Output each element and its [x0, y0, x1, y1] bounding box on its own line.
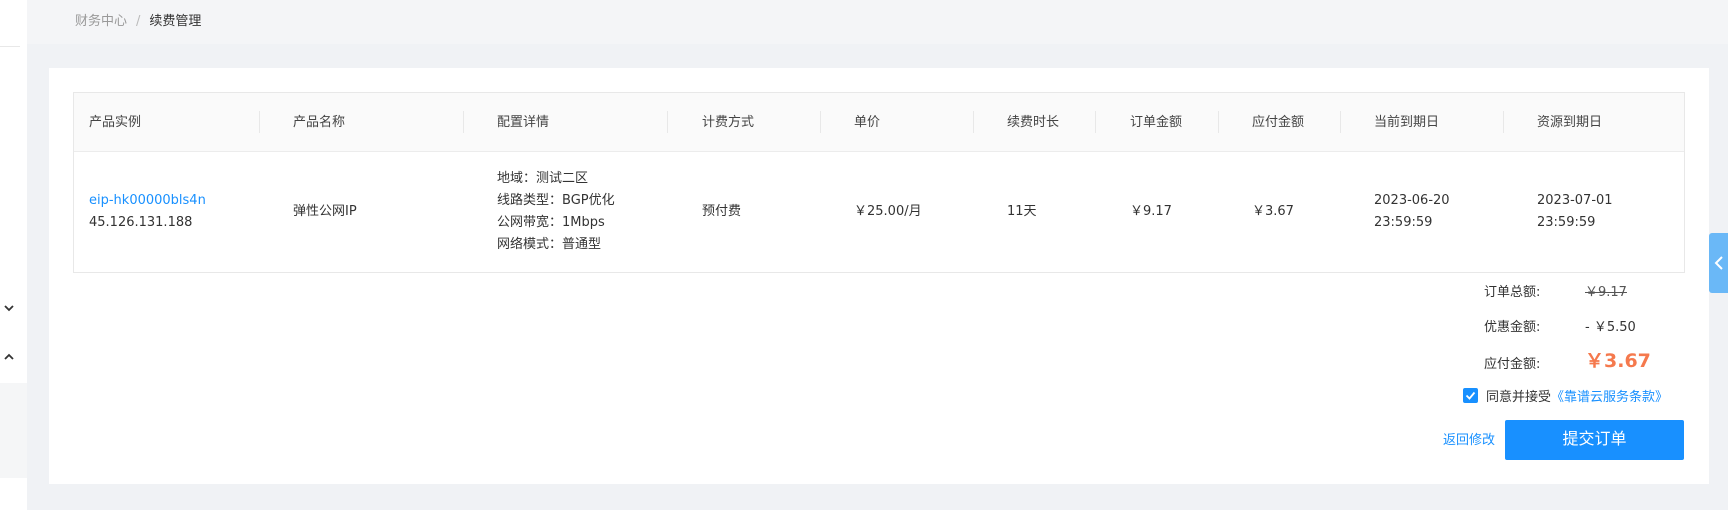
- instance-cell: eip-hk00000bls4n 45.126.131.188: [89, 190, 206, 234]
- top-bar: 财务中心 / 续费管理: [27, 0, 1728, 44]
- config-details: 地域：测试二区 线路类型：BGP优化 公网带宽：1Mbps 网络模式：普通型: [497, 168, 615, 256]
- header-divider: [463, 111, 464, 133]
- resource-expiry-date: 2023-07-01: [1537, 193, 1613, 208]
- current-expiry-date: 2023-06-20: [1374, 193, 1450, 208]
- header-resource-expiry: 资源到期日: [1537, 115, 1603, 130]
- discount-label: 优惠金额:: [1484, 320, 1541, 335]
- instance-id-link[interactable]: eip-hk00000bls4n: [89, 190, 206, 212]
- back-to-edit-link[interactable]: 返回修改: [1443, 431, 1495, 451]
- config-network-mode: 网络模式：普通型: [497, 237, 602, 252]
- current-expiry: 2023-06-20 23:59:59: [1374, 190, 1450, 234]
- header-current-expiry: 当前到期日: [1374, 115, 1440, 130]
- sidebar-selected-block: [0, 383, 27, 478]
- renewal-order-card: 产品实例 产品名称 配置详情 计费方式 单价 续费时长 订单金额 应付金额 当前…: [49, 68, 1709, 484]
- config-region: 地域：测试二区: [497, 171, 589, 186]
- order-total-value: ￥9.17: [1585, 285, 1627, 300]
- breadcrumb-renewal-management: 续费管理: [149, 14, 202, 29]
- config-line-type: 线路类型：BGP优化: [497, 193, 615, 208]
- header-divider: [973, 111, 974, 133]
- billing-method: 预付费: [702, 204, 742, 219]
- order-amount: ￥9.17: [1130, 204, 1172, 219]
- product-name: 弹性公网IP: [293, 204, 357, 219]
- agreement-row: 同意并接受 《靠谱云服务条款》: [1463, 385, 1668, 405]
- agree-text: 同意并接受: [1486, 389, 1552, 405]
- payable-total: ￥3.67: [1585, 350, 1651, 372]
- header-divider: [1095, 111, 1096, 133]
- header-payable: 应付金额: [1252, 115, 1305, 130]
- header-divider: [667, 111, 668, 133]
- header-product-name: 产品名称: [293, 115, 346, 130]
- header-billing: 计费方式: [702, 115, 755, 130]
- unit-price: ￥25.00/月: [854, 204, 922, 219]
- sidebar-divider: [0, 46, 20, 47]
- payable-amount: ￥3.67: [1252, 204, 1294, 219]
- chevron-up-icon[interactable]: [2, 351, 16, 365]
- breadcrumb-finance-center[interactable]: 财务中心: [75, 12, 127, 32]
- header-divider: [1503, 111, 1504, 133]
- agree-checkbox[interactable]: [1463, 387, 1478, 403]
- resource-expiry: 2023-07-01 23:59:59: [1537, 190, 1613, 234]
- chevron-down-icon[interactable]: [2, 302, 16, 316]
- header-config: 配置详情: [497, 115, 550, 130]
- renewal-table: 产品实例 产品名称 配置详情 计费方式 单价 续费时长 订单金额 应付金额 当前…: [73, 92, 1685, 273]
- renewal-duration: 11天: [1007, 204, 1037, 219]
- header-duration: 续费时长: [1007, 115, 1060, 130]
- breadcrumb-separator: /: [136, 14, 141, 29]
- config-bandwidth: 公网带宽：1Mbps: [497, 215, 605, 230]
- instance-ip: 45.126.131.188: [89, 215, 193, 230]
- payable-label: 应付金额:: [1484, 357, 1541, 372]
- discount-value: - ￥5.50: [1585, 320, 1636, 335]
- left-sidebar: [0, 0, 27, 510]
- resource-expiry-time: 23:59:59: [1537, 215, 1596, 230]
- header-divider: [1218, 111, 1219, 133]
- current-expiry-time: 23:59:59: [1374, 215, 1433, 230]
- side-collapse-tab[interactable]: [1709, 233, 1728, 293]
- header-instance: 产品实例: [89, 115, 142, 130]
- breadcrumb: 财务中心 / 续费管理: [75, 12, 201, 32]
- header-order-amount: 订单金额: [1130, 115, 1183, 130]
- header-divider: [1340, 111, 1341, 133]
- table-header: 产品实例 产品名称 配置详情 计费方式 单价 续费时长 订单金额 应付金额 当前…: [74, 93, 1684, 152]
- order-total-label: 订单总额:: [1484, 285, 1541, 300]
- header-divider: [259, 111, 260, 133]
- submit-order-button[interactable]: 提交订单: [1505, 420, 1684, 460]
- terms-of-service-link[interactable]: 《靠谱云服务条款》: [1551, 386, 1668, 405]
- header-divider: [820, 111, 821, 133]
- check-icon: [1465, 391, 1476, 400]
- chevron-left-icon: [1714, 256, 1723, 270]
- header-unit-price: 单价: [854, 115, 881, 130]
